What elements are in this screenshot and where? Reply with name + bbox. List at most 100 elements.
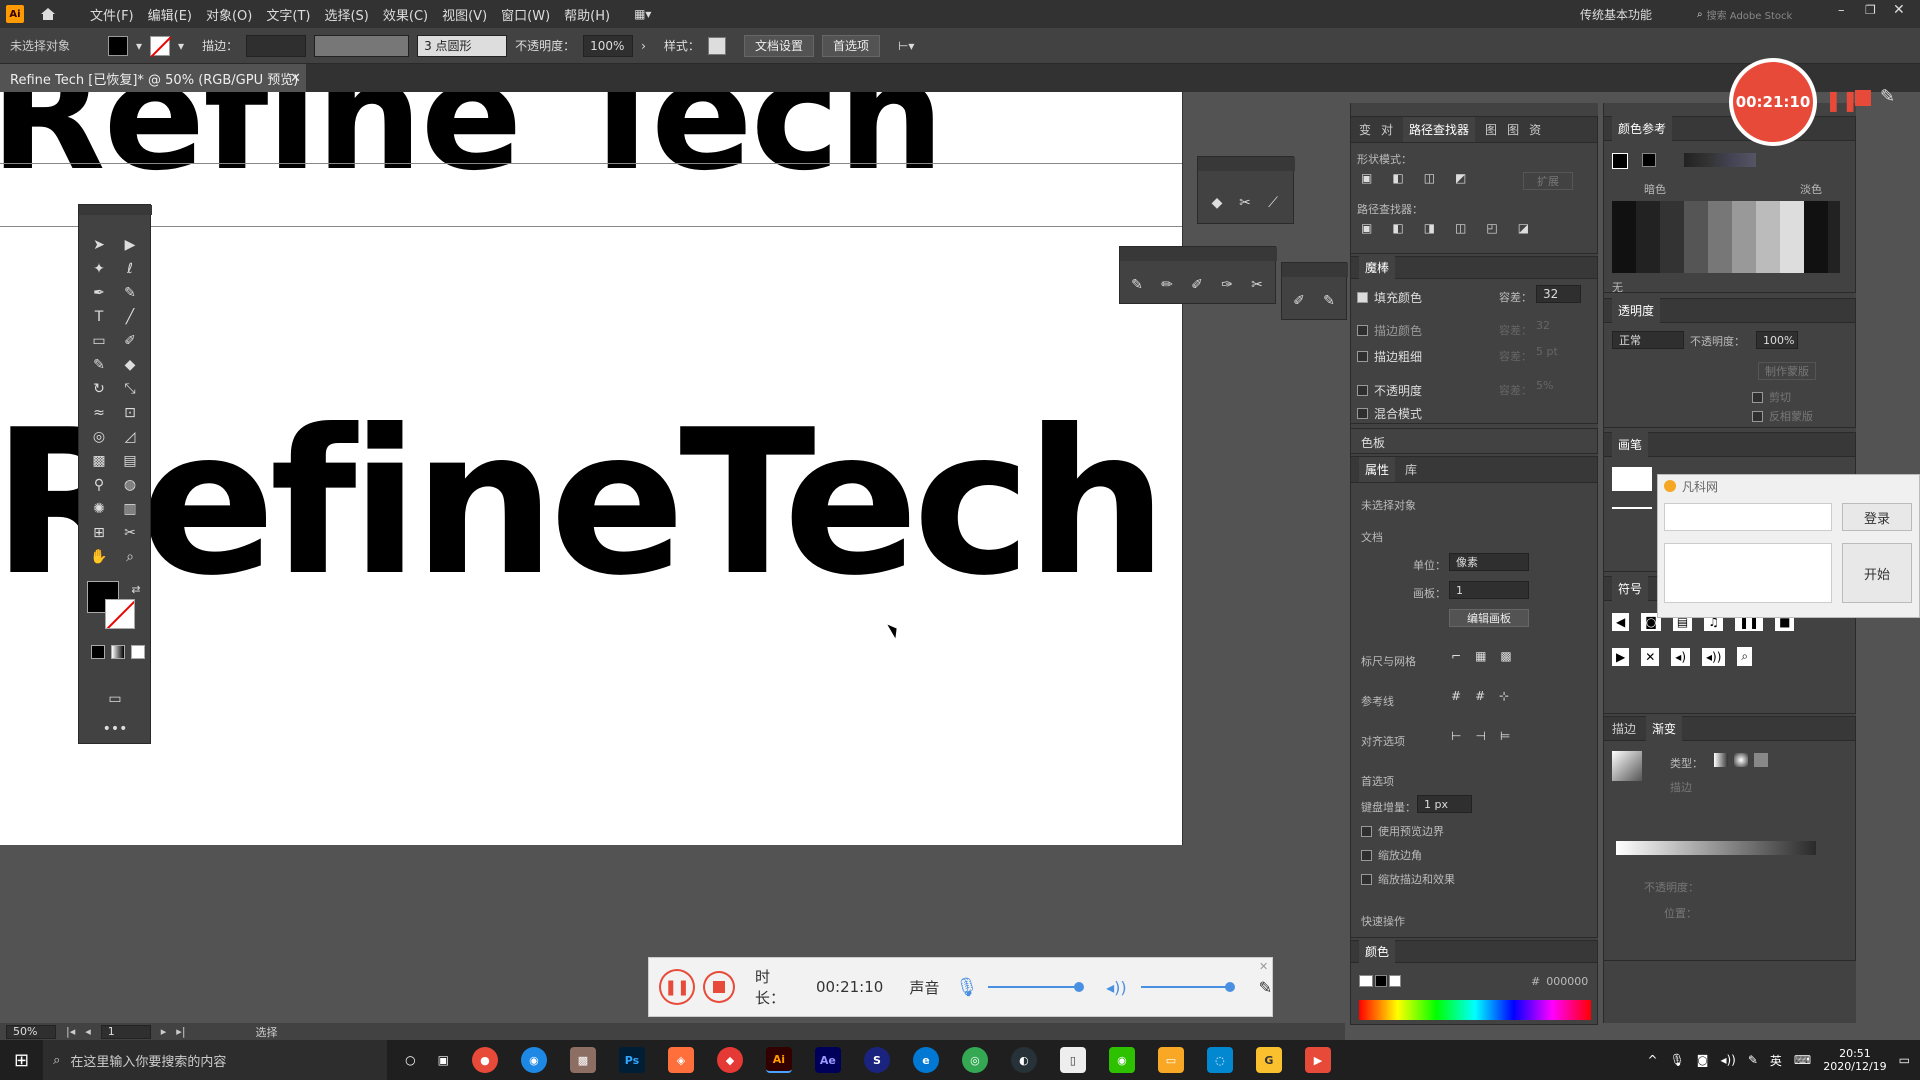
next-artboard-icon[interactable]: ▸: [161, 1025, 167, 1038]
trim-icon[interactable]: ◧: [1392, 221, 1403, 235]
path-eraser-icon[interactable]: ✑: [1216, 275, 1238, 295]
type-tool-icon[interactable]: T: [88, 307, 110, 327]
menu-help[interactable]: 帮助(H): [564, 5, 610, 24]
color-panel-title[interactable]: 颜色: [1359, 939, 1396, 964]
swatches-title[interactable]: 色板: [1361, 434, 1385, 451]
menu-type[interactable]: 文字(T): [266, 5, 310, 24]
task-view-icon[interactable]: ▣: [438, 1053, 449, 1067]
arrow-back-icon[interactable]: ◀: [1612, 613, 1630, 631]
tab-image-trace[interactable]: 图: [1507, 121, 1519, 138]
tab-pathfinder[interactable]: 路径查找器: [1403, 117, 1476, 142]
tab-gradient[interactable]: 渐变: [1646, 716, 1683, 741]
join-icon[interactable]: ✂: [1246, 275, 1268, 295]
intersect-icon[interactable]: ◫: [1424, 171, 1435, 185]
app-cloud-icon[interactable]: ◌: [1206, 1047, 1233, 1073]
recorder-pen-icon[interactable]: ✎: [1259, 978, 1272, 997]
stroke-dropdown-icon[interactable]: ▾: [178, 39, 184, 53]
app-g-icon[interactable]: G: [1255, 1047, 1282, 1073]
invert-checkbox[interactable]: [1752, 410, 1763, 422]
harmony-swatch[interactable]: [1642, 153, 1656, 167]
menu-view[interactable]: 视图(V): [442, 5, 487, 24]
outline-icon[interactable]: ◰: [1486, 221, 1497, 235]
app-record-icon[interactable]: ▶: [1304, 1047, 1331, 1073]
perspective-grid-tool-icon[interactable]: ◿: [119, 427, 141, 447]
mic-volume-slider[interactable]: [988, 982, 1085, 992]
color-mode-icon[interactable]: [91, 645, 105, 659]
preferences-button[interactable]: 首选项: [821, 34, 880, 57]
freeform-gradient-icon[interactable]: [1754, 753, 1768, 767]
first-artboard-icon[interactable]: |◂: [66, 1025, 75, 1038]
microphone-icon[interactable]: 🎙: [955, 977, 978, 998]
workspace-switcher[interactable]: 传统基本功能: [1580, 6, 1652, 23]
tray-pen-icon[interactable]: ✎: [1748, 1053, 1758, 1067]
play-icon[interactable]: ▶: [1612, 647, 1630, 666]
magic-wand-title[interactable]: 魔棒: [1359, 255, 1396, 280]
speaker-volume-handle[interactable]: [1224, 982, 1235, 992]
magnify-icon[interactable]: ⌕: [1737, 647, 1753, 666]
shaper-icon[interactable]: ✎: [1126, 275, 1148, 295]
document-tab[interactable]: Refine Tech [已恢复]* @ 50% (RGB/GPU 预览) ✕: [0, 64, 306, 92]
photo-app-icon[interactable]: ▩: [569, 1047, 596, 1073]
minimize-button[interactable]: –: [1838, 3, 1845, 18]
wand-fill-checkbox[interactable]: [1357, 292, 1368, 303]
prev-artboard-icon[interactable]: ◂: [85, 1025, 91, 1038]
app-blue-icon[interactable]: S: [863, 1047, 890, 1073]
zoom-select[interactable]: 50%: [6, 1024, 56, 1039]
snap-to-glyph-icon[interactable]: ⊨: [1500, 729, 1510, 743]
column-graph-tool-icon[interactable]: ▥: [119, 499, 141, 519]
blend-tool-icon[interactable]: ◍: [119, 475, 141, 495]
shape-builder-tool-icon[interactable]: ◎: [88, 427, 110, 447]
panel-header[interactable]: [1198, 157, 1295, 171]
edge-icon[interactable]: e: [912, 1047, 939, 1073]
scale-corners-checkbox[interactable]: [1361, 849, 1372, 861]
browser-app-icon[interactable]: ◉: [520, 1047, 547, 1073]
variable-width-profile[interactable]: [314, 34, 410, 57]
none-swatch[interactable]: [1359, 975, 1373, 987]
swap-fill-stroke-icon[interactable]: ⇄: [125, 579, 147, 599]
paintbrush-icon[interactable]: ✐: [1288, 291, 1310, 311]
blob-brush-icon[interactable]: ✎: [1318, 291, 1340, 311]
stock-search[interactable]: ⌕ 搜索 Adobe Stock: [1697, 5, 1827, 23]
snap-to-point-icon[interactable]: ⊢: [1451, 729, 1461, 743]
hex-input[interactable]: 000000: [1546, 975, 1588, 988]
last-artboard-icon[interactable]: ▸|: [176, 1025, 185, 1038]
rotate-tool-icon[interactable]: ↻: [88, 379, 110, 399]
slice-tool-icon[interactable]: ✂: [119, 523, 141, 543]
key-increment-input[interactable]: 1 px: [1417, 795, 1472, 813]
pen-tool-icon[interactable]: ✒: [88, 283, 110, 303]
mesh-tool-icon[interactable]: ▩: [88, 451, 110, 471]
scale-strokes-checkbox[interactable]: [1361, 873, 1372, 885]
preview-bounds-checkbox[interactable]: [1361, 825, 1372, 837]
headline-top[interactable]: Refine Tech: [0, 92, 944, 204]
minus-front-icon[interactable]: ◧: [1392, 171, 1403, 185]
grid-icon[interactable]: ▦: [1475, 649, 1486, 663]
merge-icon[interactable]: ◨: [1424, 221, 1435, 235]
panel-header[interactable]: [1282, 263, 1348, 277]
gradient-slider[interactable]: [1616, 841, 1816, 855]
wand-opacity-checkbox[interactable]: [1357, 385, 1368, 396]
chrome-icon[interactable]: ◎: [961, 1047, 988, 1073]
close-tab-icon[interactable]: ✕: [290, 71, 301, 86]
magic-wand-tool-icon[interactable]: ✦: [88, 259, 110, 279]
tray-mic-icon[interactable]: 🎙: [1670, 1053, 1685, 1067]
crop-icon[interactable]: ◫: [1455, 221, 1466, 235]
tray-keyboard-icon[interactable]: ⌨: [1794, 1053, 1811, 1067]
menu-window[interactable]: 窗口(W): [501, 5, 550, 24]
close-button[interactable]: ✕: [1893, 2, 1905, 18]
headline-main[interactable]: RefineTech: [0, 387, 1168, 620]
brushes-title[interactable]: 画笔: [1612, 432, 1649, 457]
gradient-swatch[interactable]: [1612, 751, 1642, 781]
tray-camera-icon[interactable]: ◙: [1697, 1053, 1709, 1067]
shaper-tool-icon[interactable]: ✎: [88, 355, 110, 375]
app-dark-icon[interactable]: ◐: [1010, 1047, 1037, 1073]
tab-assets[interactable]: 资: [1529, 121, 1541, 138]
gradient-tool-icon[interactable]: ▤: [119, 451, 141, 471]
minus-back-icon[interactable]: ◪: [1518, 221, 1529, 235]
curvature-tool-icon[interactable]: ✎: [119, 283, 141, 303]
recorder-app-icon[interactable]: ●: [471, 1047, 498, 1073]
recorder-pause-button[interactable]: ❚❚: [659, 969, 695, 1005]
rectangle-tool-icon[interactable]: ▭: [88, 331, 110, 351]
volume-low-icon[interactable]: ◂): [1671, 647, 1691, 666]
edit-toolbar-icon[interactable]: •••: [103, 719, 128, 739]
artboard[interactable]: Refine Tech RefineTech: [0, 92, 1183, 845]
